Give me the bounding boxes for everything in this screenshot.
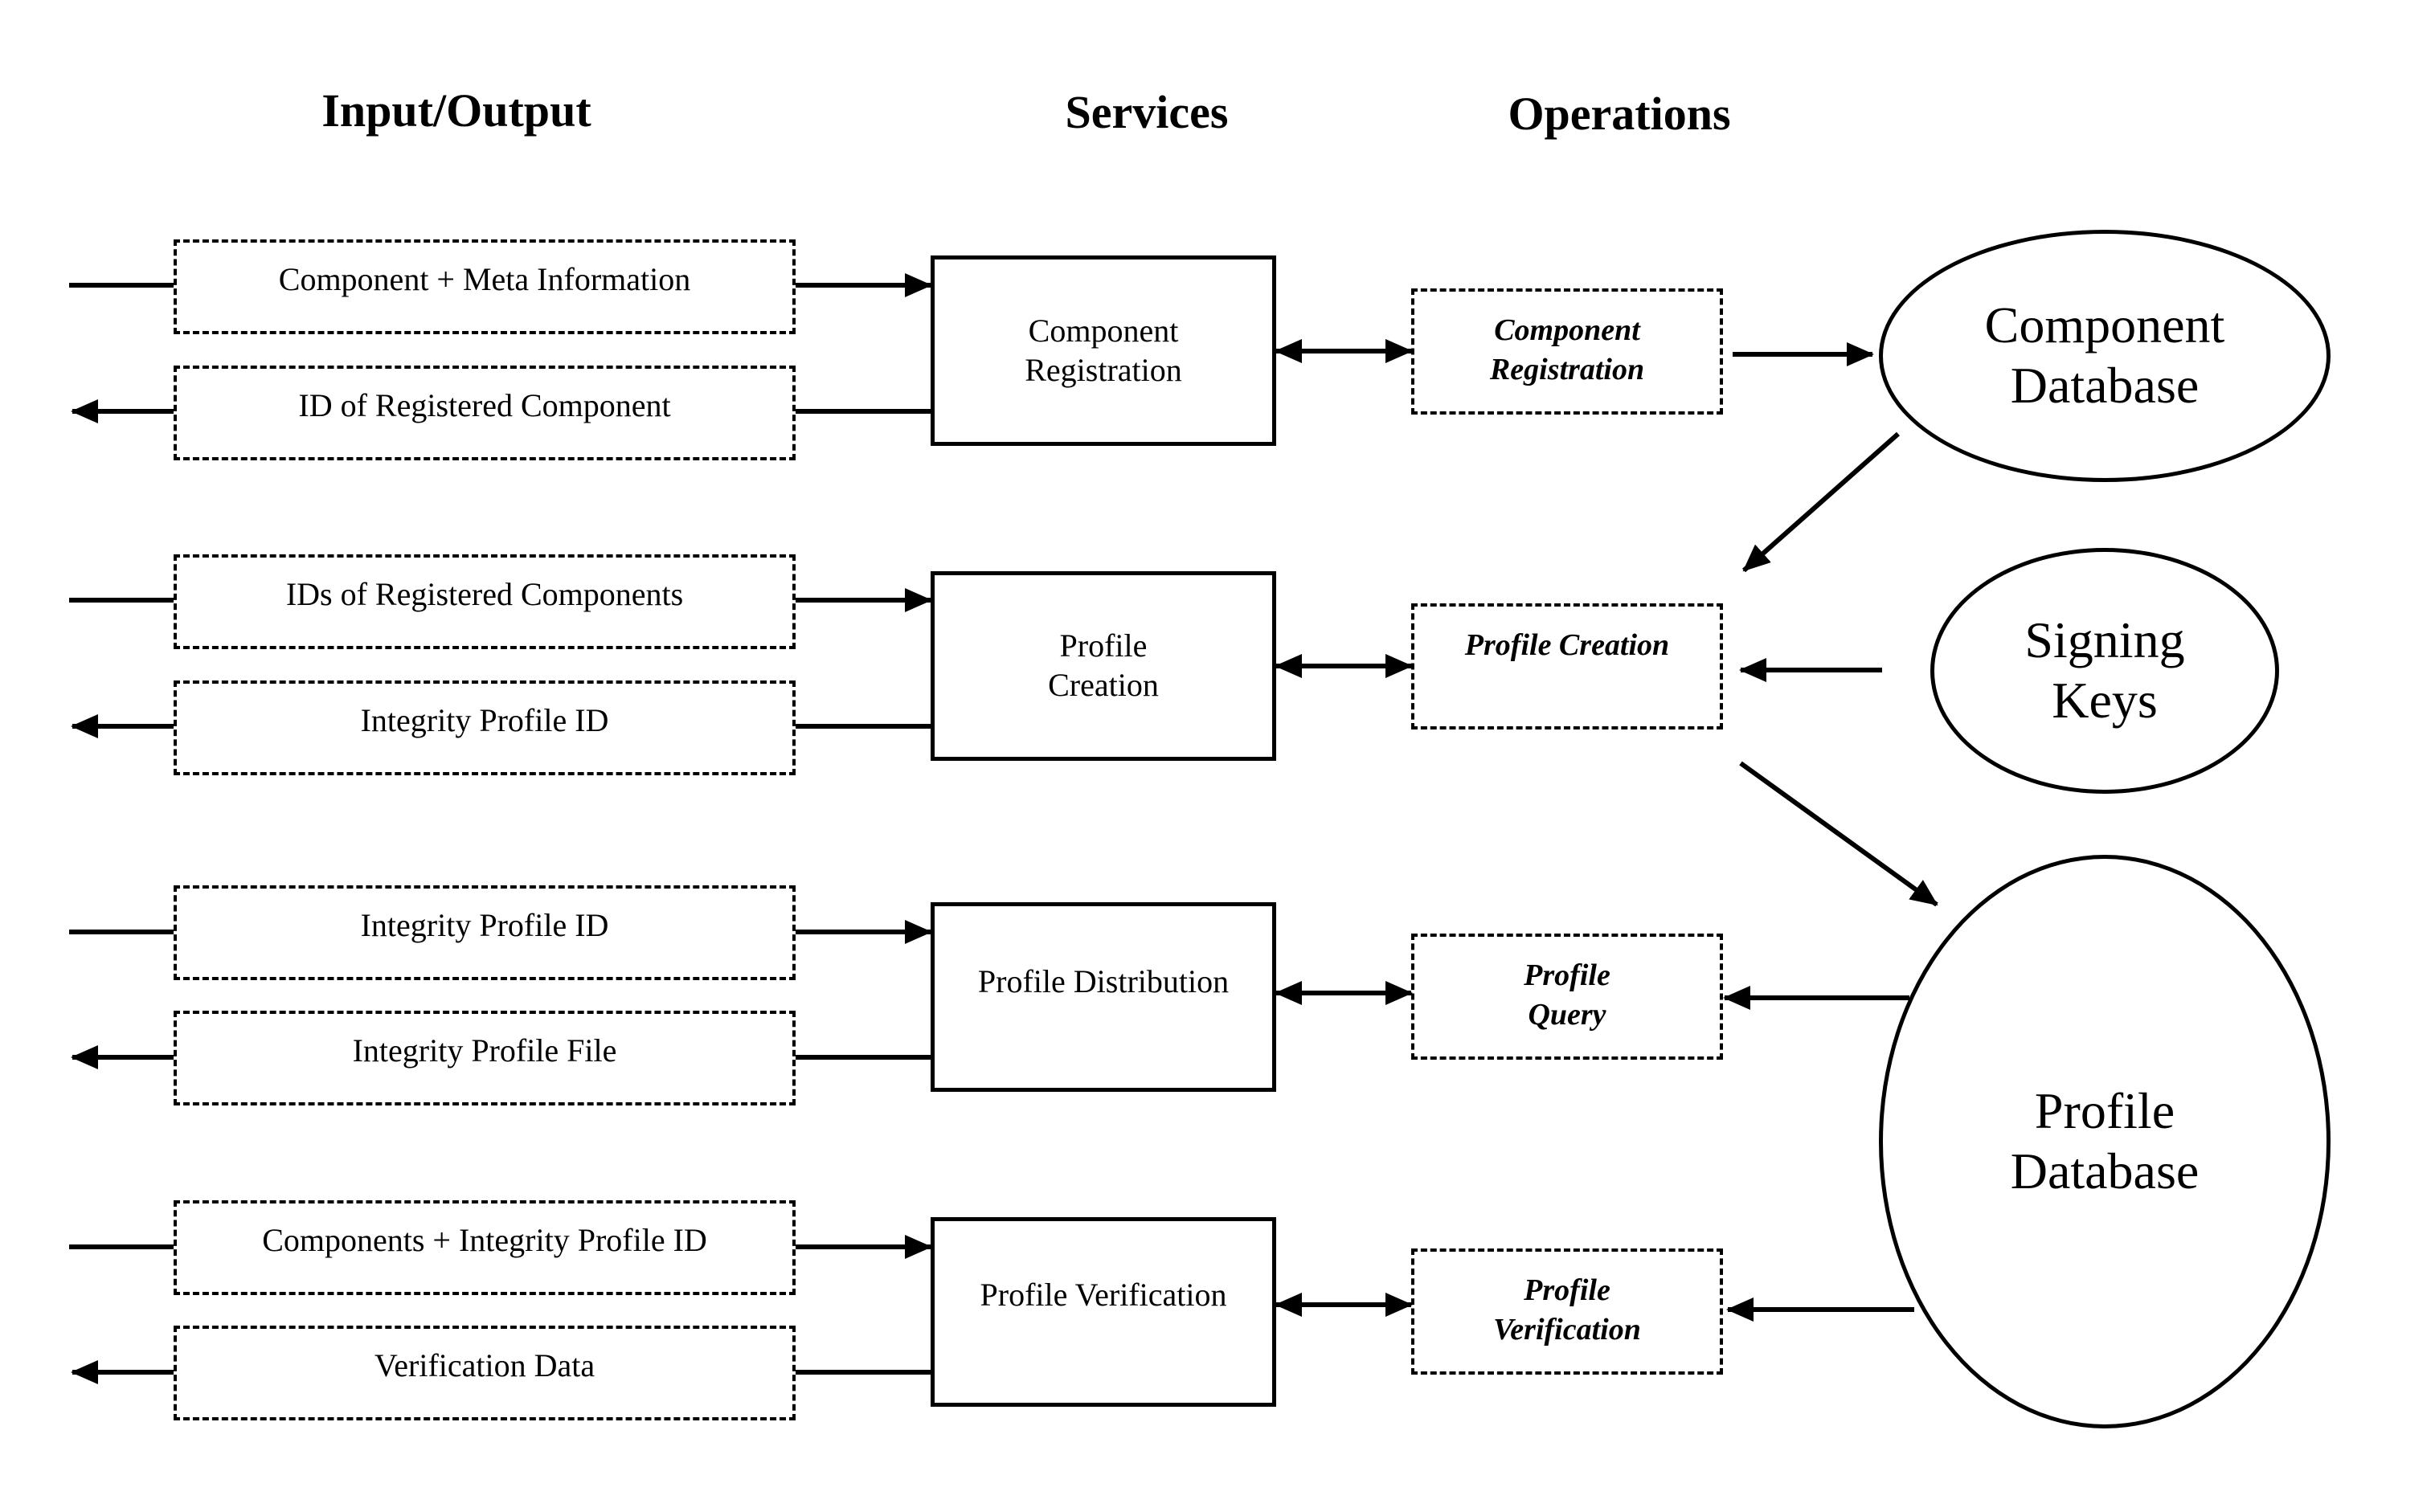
service-component-registration: Component Registration	[931, 255, 1276, 446]
operation-label: Profile Verification	[1493, 1273, 1641, 1346]
output-box-integrity-profile-file: Integrity Profile File	[174, 1011, 796, 1105]
output-box-registered-component-id: ID of Registered Component	[174, 366, 796, 460]
input-label: IDs of Registered Components	[285, 576, 684, 612]
output-box-verification-data: Verification Data	[174, 1326, 796, 1420]
operation-label: Profile Creation	[1464, 628, 1670, 662]
output-label: Integrity Profile File	[352, 1032, 617, 1069]
service-label: Component Registration	[1025, 312, 1182, 388]
output-label: Verification Data	[374, 1347, 595, 1383]
header-operations: Operations	[1508, 88, 1731, 140]
store-label: Profile Database	[2010, 1082, 2200, 1199]
output-label: ID of Registered Component	[298, 387, 671, 423]
arrow-profile-creation-to-profile-db	[1739, 761, 1938, 907]
profile-database: Profile Database	[1879, 855, 2331, 1428]
input-box-components-profile-id: Components + Integrity Profile ID	[174, 1200, 796, 1295]
service-label: Profile Distribution	[977, 963, 1230, 999]
input-box-component-meta: Component + Meta Information	[174, 239, 796, 334]
header-input-output: Input/Output	[321, 84, 591, 137]
operation-profile-verification: Profile Verification	[1411, 1248, 1723, 1375]
service-profile-verification: Profile Verification	[931, 1217, 1276, 1407]
operation-profile-query: Profile Query	[1411, 934, 1723, 1060]
output-label: Integrity Profile ID	[360, 702, 609, 738]
input-label: Component + Meta Information	[278, 261, 691, 297]
operation-profile-creation: Profile Creation	[1411, 603, 1723, 729]
store-label: Signing Keys	[2024, 611, 2185, 729]
operation-label: Component Registration	[1489, 313, 1645, 386]
operation-component-registration: Component Registration	[1411, 288, 1723, 415]
header-services: Services	[1065, 86, 1229, 138]
operation-label: Profile Query	[1524, 958, 1610, 1032]
input-box-integrity-profile-id: Integrity Profile ID	[174, 885, 796, 980]
service-profile-creation: Profile Creation	[931, 571, 1276, 761]
service-label: Profile Creation	[1048, 627, 1159, 703]
service-profile-distribution: Profile Distribution	[931, 902, 1276, 1092]
arrow-component-db-to-profile-creation	[1742, 431, 1900, 573]
input-label: Components + Integrity Profile ID	[262, 1222, 707, 1258]
store-label: Component Database	[1984, 296, 2225, 414]
component-database: Component Database	[1879, 230, 2331, 482]
output-box-integrity-profile-id: Integrity Profile ID	[174, 680, 796, 775]
signing-keys: Signing Keys	[1930, 548, 2279, 794]
input-box-registered-component-ids: IDs of Registered Components	[174, 554, 796, 649]
input-label: Integrity Profile ID	[360, 907, 609, 943]
service-label: Profile Verification	[980, 1277, 1227, 1313]
